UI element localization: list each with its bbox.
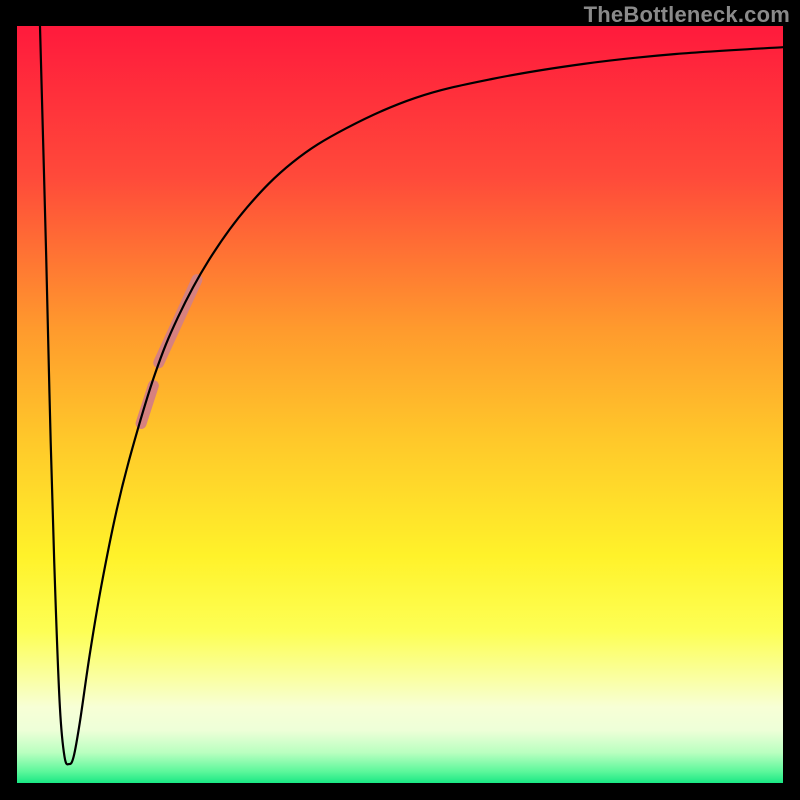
chart-svg — [17, 26, 783, 783]
plot-area — [17, 26, 783, 783]
watermark-text: TheBottleneck.com — [584, 2, 790, 28]
gradient-background — [17, 26, 783, 783]
chart-frame: TheBottleneck.com — [0, 0, 800, 800]
